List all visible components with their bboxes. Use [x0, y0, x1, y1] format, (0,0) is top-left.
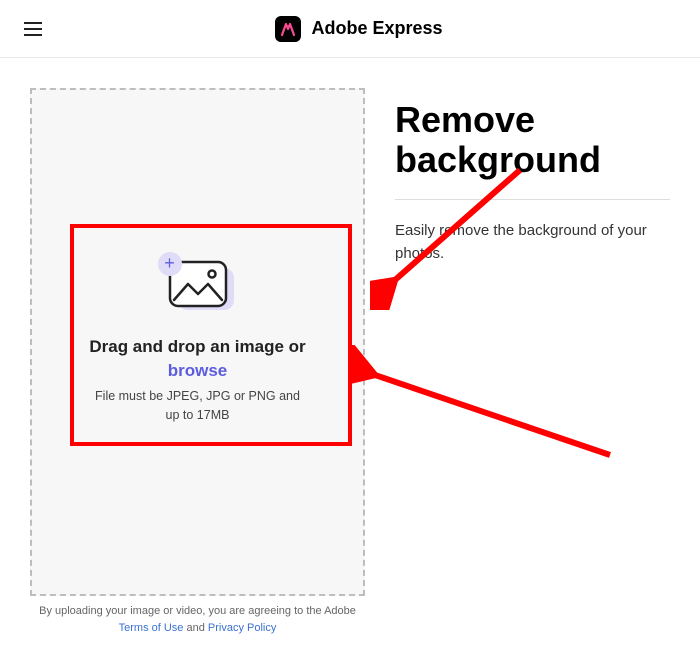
- adobe-express-icon: [275, 16, 301, 42]
- upload-dropzone[interactable]: + Drag and drop an image or browse File …: [30, 88, 365, 596]
- main-content: + Drag and drop an image or browse File …: [0, 58, 700, 596]
- browse-link[interactable]: browse: [168, 361, 228, 381]
- page-subtitle: Easily remove the background of your pho…: [395, 220, 670, 265]
- description-panel: Remove background Easily remove the back…: [395, 88, 670, 596]
- legal-and: and: [183, 622, 207, 634]
- legal-prefix: By uploading your image or video, you ar…: [39, 605, 356, 617]
- page-title: Remove background: [395, 100, 670, 179]
- dropzone-hint: File must be JPEG, JPG or PNG and up to …: [88, 387, 308, 425]
- plus-icon: +: [158, 252, 182, 276]
- image-upload-icon: +: [168, 260, 228, 313]
- product-name: Adobe Express: [311, 18, 442, 39]
- divider: [395, 199, 670, 200]
- menu-icon[interactable]: [24, 22, 42, 36]
- terms-of-use-link[interactable]: Terms of Use: [119, 622, 184, 634]
- legal-footer: By uploading your image or video, you ar…: [0, 603, 395, 636]
- app-header: Adobe Express: [0, 0, 700, 58]
- product-logo[interactable]: Adobe Express: [275, 16, 442, 42]
- dropzone-title: Drag and drop an image or: [89, 337, 305, 357]
- privacy-policy-link[interactable]: Privacy Policy: [208, 622, 276, 634]
